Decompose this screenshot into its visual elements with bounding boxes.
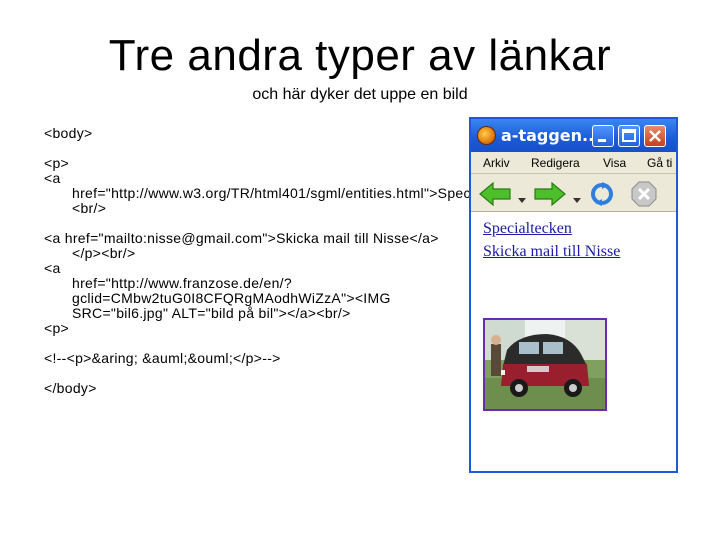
link-specialtecken[interactable]: Specialtecken — [483, 220, 572, 238]
browser-menubar: Arkiv Redigera Visa Gå ti — [471, 152, 676, 174]
browser-content: Specialtecken Skicka mail till Nisse — [471, 212, 676, 471]
menu-arkiv[interactable]: Arkiv — [483, 156, 510, 170]
code-a-open-2: <a — [44, 260, 61, 276]
slide-subtitle: och här dyker det uppe en bild — [252, 86, 468, 103]
code-body-open: <body> — [44, 125, 93, 141]
browser-window-screenshot: a-taggen... Arkiv Redigera Visa Gå ti Sp… — [469, 117, 678, 473]
code-p-open: <p> — [44, 155, 70, 171]
browser-window-title: a-taggen... — [501, 126, 601, 145]
car-image-link[interactable] — [483, 318, 607, 411]
close-icon[interactable] — [644, 125, 666, 147]
browser-toolbar — [471, 174, 676, 212]
link-mail-nisse[interactable]: Skicka mail till Nisse — [483, 243, 620, 261]
code-mailto: <a href="mailto:nisse@gmail.com">Skicka … — [44, 230, 439, 261]
code-comment: <!--<p>&aring; &auml;&ouml;</p>--> — [44, 350, 281, 366]
back-dropdown-icon[interactable] — [518, 191, 526, 209]
slide-title: Tre andra typer av länkar — [108, 31, 612, 80]
menu-ga-till[interactable]: Gå ti — [647, 156, 672, 170]
code-href-franzose: href="http://www.franzose.de/en/?gclid=C… — [72, 275, 391, 321]
code-p-open-2: <p> — [44, 320, 70, 336]
code-a-open: <a — [44, 170, 61, 186]
browser-titlebar: a-taggen... — [471, 119, 676, 152]
code-body-close: </body> — [44, 380, 97, 396]
menu-redigera[interactable]: Redigera — [531, 156, 580, 170]
maximize-icon[interactable] — [618, 125, 640, 147]
firefox-icon — [477, 126, 496, 145]
menu-visa[interactable]: Visa — [603, 156, 626, 170]
code-href-w3: href="http://www.w3.org/TR/html401/sgml/… — [72, 185, 558, 216]
forward-arrow-icon[interactable] — [533, 181, 567, 212]
back-arrow-icon[interactable] — [478, 181, 512, 212]
reload-icon[interactable] — [588, 181, 616, 212]
forward-dropdown-icon[interactable] — [573, 191, 581, 209]
stop-icon[interactable] — [631, 181, 657, 212]
html-code-listing: <body> <p> <a href="http://www.w3.org/TR… — [44, 125, 558, 396]
minimize-icon[interactable] — [592, 125, 614, 147]
